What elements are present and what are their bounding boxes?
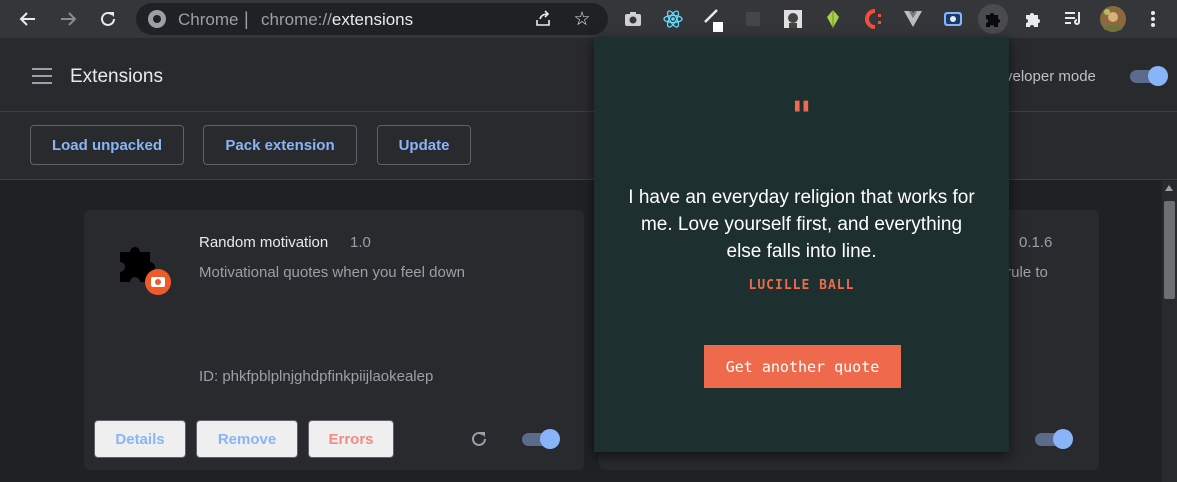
extension-popup: " I have an everyday religion that works… xyxy=(594,37,1009,452)
css-scan-icon[interactable] xyxy=(858,4,888,34)
vue-devtools-icon[interactable] xyxy=(898,4,928,34)
get-another-quote-button[interactable]: Get another quote xyxy=(704,345,901,388)
site-label: Chrome xyxy=(178,10,239,29)
browser-toolbar: Chrome | chrome://extensions ☆ xyxy=(0,0,1177,38)
face-portrait-icon[interactable] xyxy=(778,4,808,34)
page-title: Extensions xyxy=(70,66,163,87)
page-scrollbar[interactable] xyxy=(1162,181,1177,482)
camera-icon[interactable] xyxy=(618,4,648,34)
back-icon[interactable] xyxy=(14,5,42,33)
url-text: chrome://extensions xyxy=(261,10,413,30)
react-icon[interactable] xyxy=(658,4,688,34)
extension-description: Motivational quotes when you feel down xyxy=(199,264,466,281)
quote-author: LUCILLE BALL xyxy=(748,278,855,293)
kebab-menu-icon[interactable] xyxy=(1138,4,1168,34)
profile-avatar[interactable] xyxy=(1098,4,1128,34)
extensions-puzzle-icon-active[interactable] xyxy=(978,4,1008,34)
reload-extension-icon[interactable] xyxy=(468,428,490,450)
extension-id: ID: phkfpblplnjghdpfinkpiijlaokealep xyxy=(199,368,434,385)
extension-version-second: 0.1.6 xyxy=(1019,234,1053,251)
extension-version: 1.0 xyxy=(350,234,371,251)
bookmark-star-icon[interactable]: ☆ xyxy=(570,7,594,31)
url-path: extensions xyxy=(331,10,414,29)
share-icon[interactable] xyxy=(532,8,554,30)
url-scheme: chrome:// xyxy=(261,10,332,29)
address-bar[interactable]: Chrome | chrome://extensions ☆ xyxy=(136,3,608,35)
extension-enabled-toggle-second[interactable] xyxy=(1033,429,1073,449)
chrome-icon xyxy=(148,10,166,28)
hidden-extension-icon[interactable] xyxy=(738,4,768,34)
extension-puzzle-icon xyxy=(116,238,176,298)
forward-icon[interactable] xyxy=(54,5,82,33)
load-unpacked-button[interactable]: Load unpacked xyxy=(30,125,184,165)
extension-name: Random motivation xyxy=(199,234,329,251)
pack-extension-button[interactable]: Pack extension xyxy=(203,125,357,165)
update-button[interactable]: Update xyxy=(377,125,471,165)
hamburger-menu-icon[interactable] xyxy=(32,68,52,84)
url-separator: | xyxy=(244,9,249,29)
developer-mode-label: veloper mode xyxy=(1005,68,1096,85)
extension-card: Random motivation 1.0 Motivational quote… xyxy=(84,210,584,470)
developer-mode-toggle[interactable] xyxy=(1128,66,1168,86)
reading-list-icon[interactable] xyxy=(1058,4,1088,34)
browser-window: Chrome | chrome://extensions ☆ Extension… xyxy=(0,0,1177,482)
scroll-thumb[interactable] xyxy=(1164,201,1175,299)
gem-icon[interactable] xyxy=(818,4,848,34)
scroll-up-arrow-icon[interactable] xyxy=(1165,185,1173,191)
extensions-menu-icon[interactable] xyxy=(1018,4,1048,34)
reload-icon[interactable] xyxy=(94,5,122,33)
details-button[interactable]: Details xyxy=(94,420,186,458)
eyedropper-icon[interactable] xyxy=(698,4,728,34)
quote-mark-icon: " xyxy=(791,93,812,140)
screen-record-icon[interactable] xyxy=(938,4,968,34)
quote-text: I have an everyday religion that works f… xyxy=(628,187,975,262)
errors-button[interactable]: Errors xyxy=(308,420,394,458)
extension-enabled-toggle[interactable] xyxy=(520,429,560,449)
remove-button[interactable]: Remove xyxy=(196,420,298,458)
